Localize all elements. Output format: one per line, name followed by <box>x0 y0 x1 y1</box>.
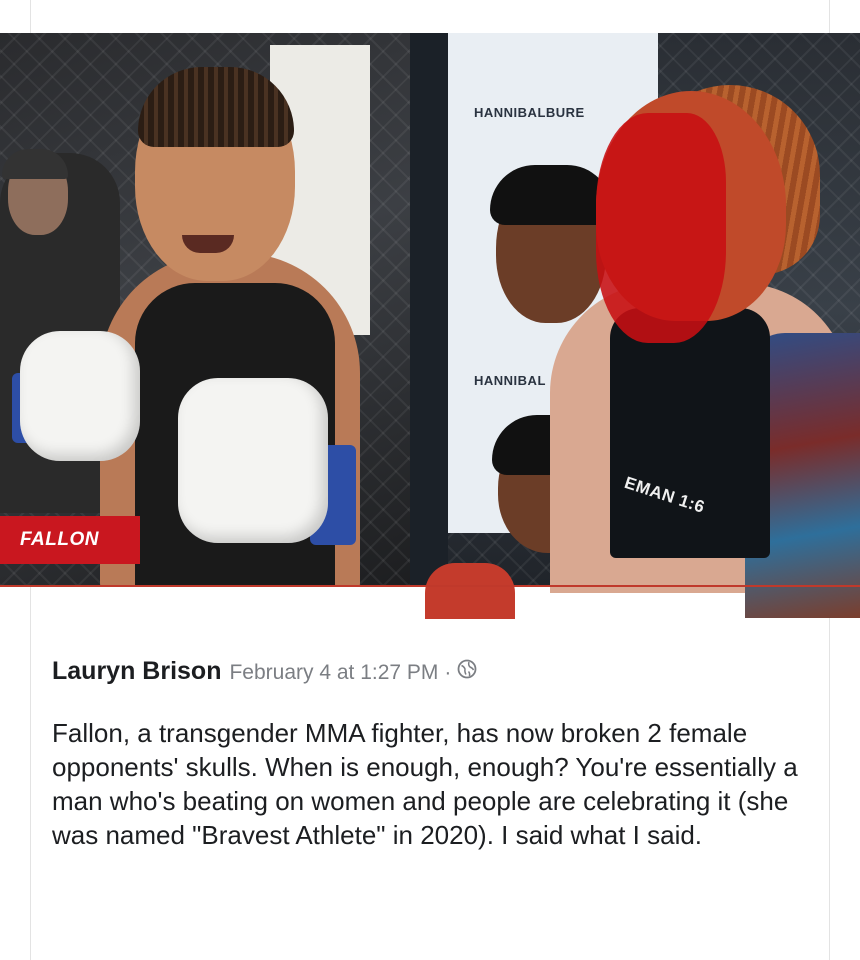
fighter-right-blood <box>596 113 726 343</box>
photo-divider <box>410 33 448 586</box>
globe-icon[interactable] <box>457 659 477 679</box>
post-body-text: Fallon, a transgender MMA fighter, has n… <box>52 718 798 850</box>
banner-text-top: HANNIBALBURE <box>474 105 585 120</box>
fighter-right-top <box>610 308 770 558</box>
post-timestamp[interactable]: February 4 at 1:27 PM <box>229 661 438 685</box>
glove-left <box>20 331 140 461</box>
photo-bottom-border <box>0 585 860 587</box>
header-separator: · <box>444 661 452 684</box>
banner-text-bottom: HANNIBAL <box>474 373 546 388</box>
banner-cartoon-face-top <box>490 165 612 323</box>
author-name[interactable]: Lauryn Brison <box>52 657 221 686</box>
post-header: Lauryn Brison February 4 at 1:27 PM · <box>52 657 822 686</box>
photo-left-fighter: FALLON <box>0 33 410 586</box>
glove-right <box>178 378 328 543</box>
fighter-right-fist <box>425 563 515 619</box>
fighter-name-label: FALLON <box>0 516 140 564</box>
post-content: Lauryn Brison February 4 at 1:27 PM · Fa… <box>52 657 822 852</box>
post-photo[interactable]: FALLON HANNIBALBURE HANNIBAL EMAN 1:6 <box>0 33 860 619</box>
